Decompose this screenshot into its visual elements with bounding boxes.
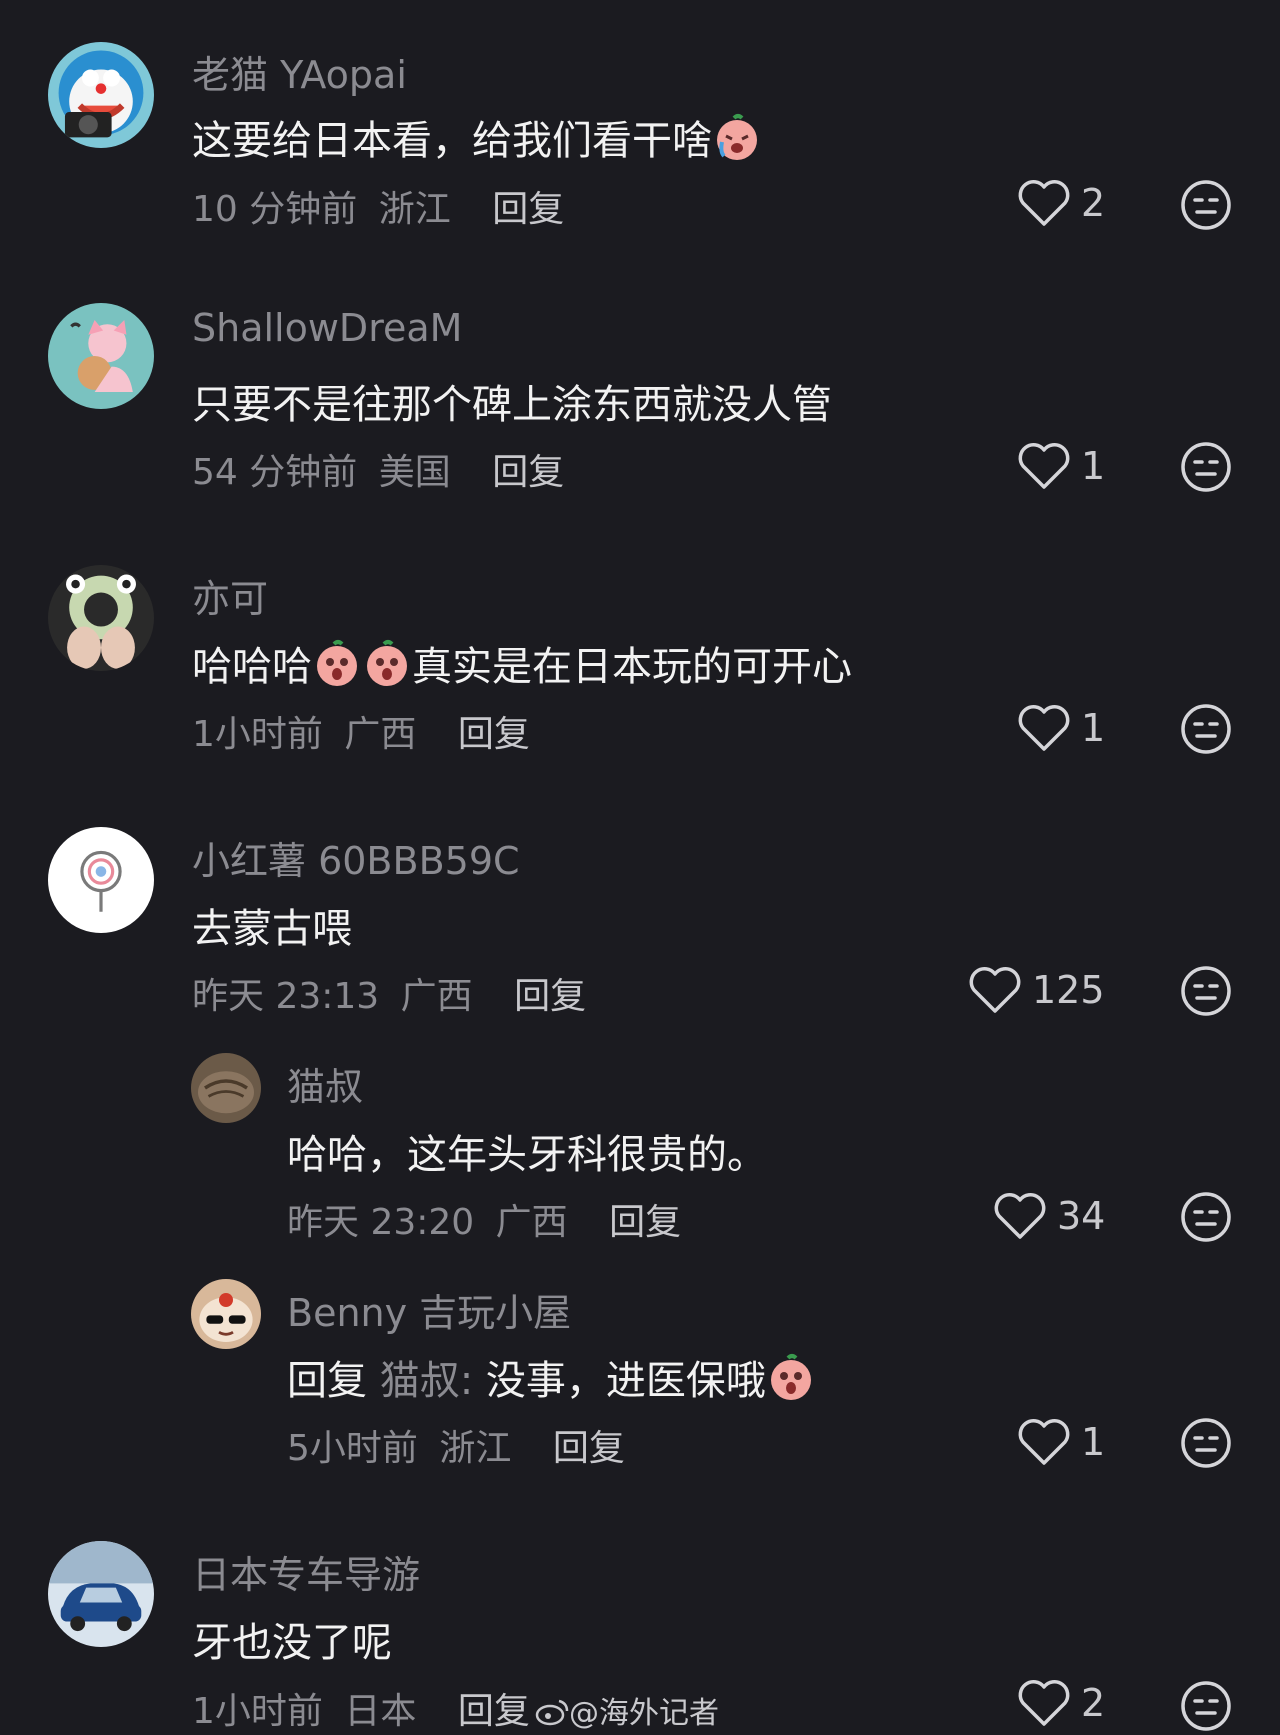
comment-meta: 昨天 23:20 广西 回复	[287, 1193, 681, 1245]
heart-outline-icon	[1018, 443, 1070, 489]
comment-meta: 5小时前 浙江 回复	[287, 1419, 625, 1471]
comment-text: 回复 猫叔: 没事，进医保哦	[287, 1348, 816, 1406]
comment-meta: 1小时前 日本 回复	[192, 1682, 530, 1734]
like-button[interactable]: 1	[1017, 703, 1105, 753]
meh-face-icon	[1181, 966, 1231, 1016]
comment-text: 牙也没了呢	[192, 1620, 392, 1666]
comment-time: 54 分钟前	[192, 452, 358, 493]
like-button[interactable]: 1	[1017, 441, 1105, 491]
comment-text-content: 真实是在日本玩的可开心	[412, 644, 852, 690]
avatar[interactable]	[48, 565, 154, 671]
react-button[interactable]	[1180, 1191, 1232, 1243]
comment-location: 日本	[344, 1691, 417, 1732]
like-count: 1	[1081, 706, 1106, 750]
react-button[interactable]	[1180, 1417, 1232, 1469]
like-button[interactable]: 1	[1017, 1417, 1105, 1467]
react-button[interactable]	[1180, 441, 1232, 493]
username[interactable]: ShallowDreaM	[192, 306, 462, 350]
reply-button[interactable]: 回复	[492, 189, 564, 230]
like-button[interactable]: 2	[1017, 178, 1105, 228]
like-count: 1	[1081, 1420, 1106, 1464]
like-button[interactable]: 125	[968, 965, 1105, 1015]
comment-location: 广西	[344, 714, 417, 755]
peach-emoji-icon	[766, 1352, 816, 1402]
peach-emoji-icon	[312, 638, 362, 688]
reply-button[interactable]: 回复	[514, 976, 586, 1017]
comment-location: 浙江	[439, 1428, 512, 1469]
comment-text: 这要给日本看，给我们看干啥	[192, 108, 762, 166]
meh-face-icon	[1181, 1681, 1231, 1731]
meh-face-icon	[1181, 1418, 1231, 1468]
peach-emoji-icon	[362, 638, 412, 688]
heart-outline-icon	[994, 1193, 1046, 1239]
comment-meta: 10 分钟前 浙江 回复	[192, 180, 564, 232]
avatar[interactable]	[48, 827, 154, 933]
like-count: 125	[1032, 968, 1105, 1012]
comment-text-content: 哈哈哈	[192, 644, 312, 690]
meh-face-icon	[1181, 442, 1231, 492]
crying-peach-emoji-icon	[712, 112, 762, 162]
username[interactable]: 小红薯 60BBB59C	[192, 830, 520, 885]
comment-text-content: 没事，进医保哦	[485, 1358, 766, 1404]
heart-outline-icon	[1018, 705, 1070, 751]
username[interactable]: 老猫 YAopai	[192, 44, 407, 99]
avatar[interactable]	[48, 1541, 154, 1647]
heart-outline-icon	[969, 967, 1021, 1013]
comment-text: 哈哈哈 真实是在日本玩的可开心	[192, 634, 852, 692]
meh-face-icon	[1181, 1192, 1231, 1242]
reply-button[interactable]: 回复	[609, 1202, 681, 1243]
reply-prefix: 回复	[287, 1358, 367, 1404]
comment-text: 只要不是往那个碑上涂东西就没人管	[192, 382, 832, 428]
watermark-text: @海外记者	[569, 1696, 719, 1731]
like-count: 2	[1081, 181, 1106, 225]
weibo-logo-icon	[535, 1697, 569, 1727]
username[interactable]: Benny 吉玩小屋	[287, 1282, 571, 1337]
heart-outline-icon	[1018, 1680, 1070, 1726]
comment-time: 昨天 23:20	[287, 1202, 475, 1243]
comment-time: 1小时前	[192, 1691, 323, 1732]
react-button[interactable]	[1180, 965, 1232, 1017]
comment-location: 美国	[378, 452, 451, 493]
username[interactable]: 亦可	[192, 568, 268, 623]
reply-button[interactable]: 回复	[553, 1428, 625, 1469]
reply-button[interactable]: 回复	[458, 1691, 530, 1732]
comment-text: 哈哈，这年头牙科很贵的。	[287, 1132, 767, 1178]
react-button[interactable]	[1180, 1680, 1232, 1732]
comment-location: 浙江	[378, 189, 451, 230]
like-button[interactable]: 34	[993, 1191, 1105, 1241]
reply-button[interactable]: 回复	[492, 452, 564, 493]
comment-location: 广西	[495, 1202, 568, 1243]
username[interactable]: 猫叔	[287, 1056, 363, 1111]
reply-to-user[interactable]: 猫叔:	[380, 1358, 473, 1404]
comment-text-content: 这要给日本看，给我们看干啥	[192, 118, 712, 164]
react-button[interactable]	[1180, 179, 1232, 231]
meh-face-icon	[1181, 704, 1231, 754]
heart-outline-icon	[1018, 1419, 1070, 1465]
like-count: 2	[1081, 1681, 1106, 1725]
comment-time: 5小时前	[287, 1428, 418, 1469]
avatar[interactable]	[48, 303, 154, 409]
comment-time: 10 分钟前	[192, 189, 358, 230]
heart-outline-icon	[1018, 180, 1070, 226]
react-button[interactable]	[1180, 703, 1232, 755]
meh-face-icon	[1181, 180, 1231, 230]
avatar[interactable]	[191, 1279, 261, 1349]
like-count: 1	[1081, 444, 1106, 488]
comment-time: 昨天 23:13	[192, 976, 380, 1017]
comment-location: 广西	[400, 976, 473, 1017]
comment-meta: 昨天 23:13 广西 回复	[192, 967, 586, 1019]
comment-time: 1小时前	[192, 714, 323, 755]
avatar[interactable]	[48, 42, 154, 148]
comment-text: 去蒙古喂	[192, 906, 352, 952]
reply-button[interactable]: 回复	[458, 714, 530, 755]
username[interactable]: 日本专车导游	[192, 1544, 420, 1599]
like-button[interactable]: 2	[1017, 1678, 1105, 1728]
comment-meta: 54 分钟前 美国 回复	[192, 443, 564, 495]
watermark: @海外记者	[535, 1688, 719, 1732]
avatar[interactable]	[191, 1053, 261, 1123]
comment-meta: 1小时前 广西 回复	[192, 705, 530, 757]
like-count: 34	[1057, 1194, 1106, 1238]
